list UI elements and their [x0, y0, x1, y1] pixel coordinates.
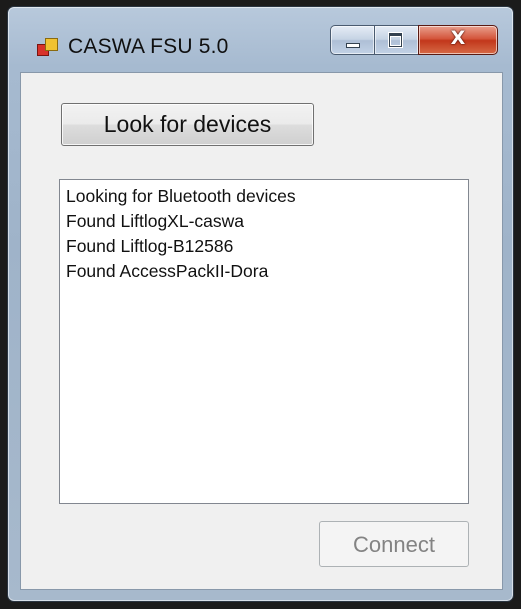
app-window-icon[interactable] — [37, 37, 59, 57]
title-bar[interactable]: CASWA FSU 5.0 X — [8, 7, 513, 69]
maximize-icon — [389, 33, 402, 47]
close-button[interactable]: X — [418, 25, 498, 55]
log-line: Found Liftlog-B12586 — [66, 236, 234, 256]
window-title: CASWA FSU 5.0 — [68, 35, 229, 58]
caption-buttons: X — [330, 25, 498, 55]
app-window: CASWA FSU 5.0 X Look for devices Looking… — [7, 6, 514, 602]
minimize-button[interactable] — [330, 25, 374, 55]
look-for-devices-button[interactable]: Look for devices — [61, 103, 314, 146]
log-line: Found LiftlogXL-caswa — [66, 211, 245, 231]
maximize-button[interactable] — [374, 25, 418, 55]
app-icon-yellow-square — [45, 38, 58, 51]
log-line: Looking for Bluetooth devices — [66, 186, 296, 206]
device-log-textbox[interactable]: Looking for Bluetooth devices Found Lift… — [59, 179, 469, 504]
log-line: Found AccessPackII-Dora — [66, 261, 269, 281]
client-area: Look for devices Looking for Bluetooth d… — [20, 72, 503, 590]
minimize-icon — [346, 43, 360, 48]
close-icon: X — [450, 27, 466, 49]
connect-button[interactable]: Connect — [319, 521, 469, 567]
